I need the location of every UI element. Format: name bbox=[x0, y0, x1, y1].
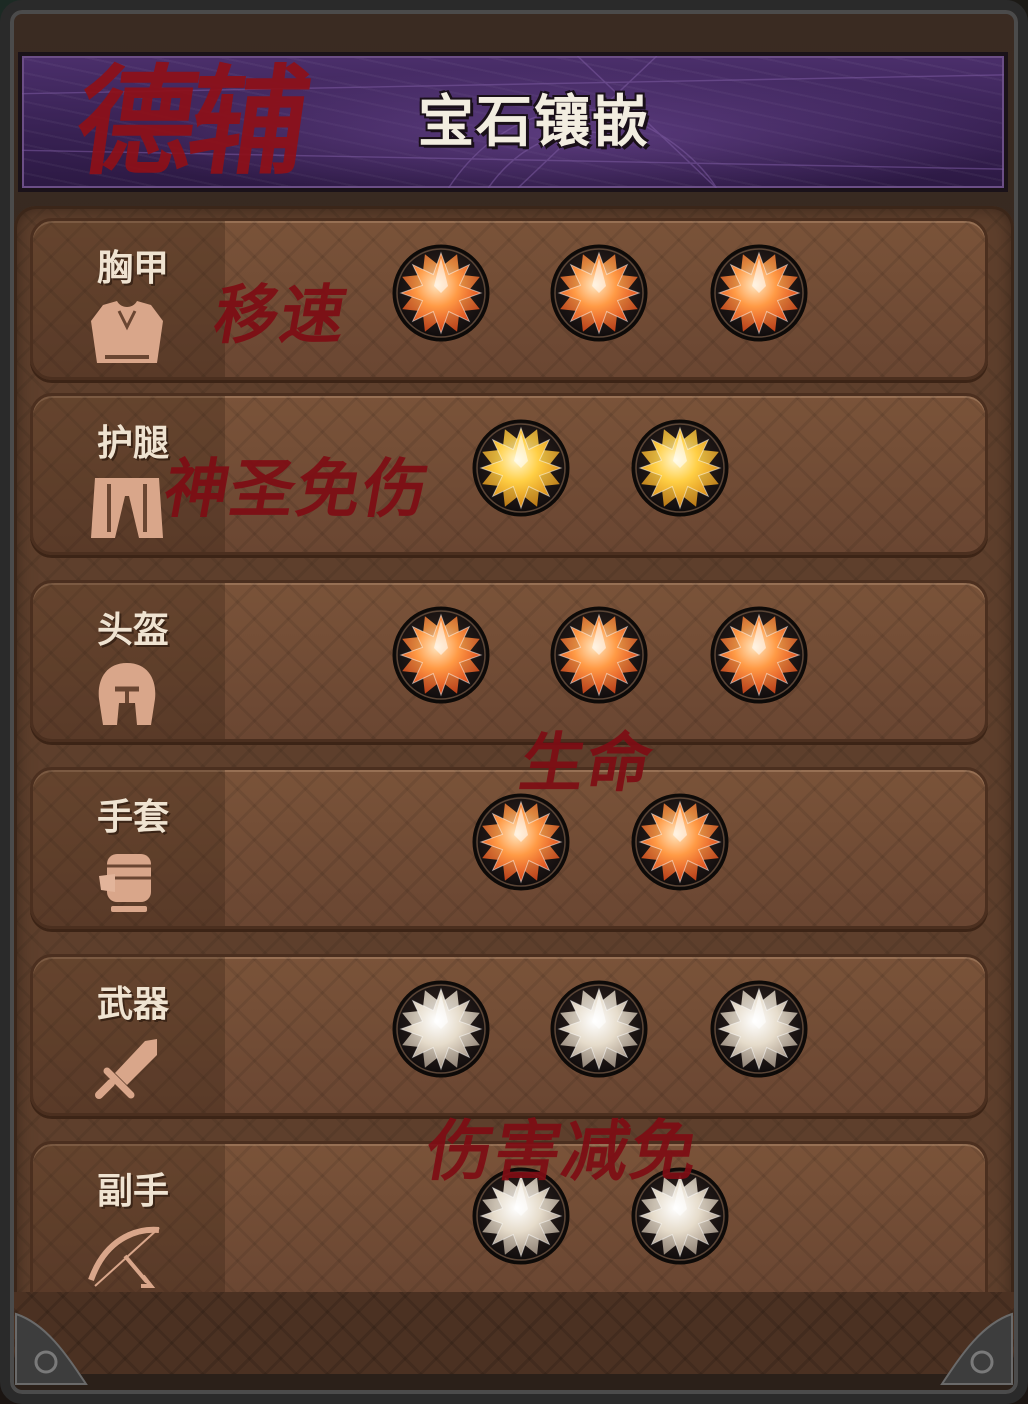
gem-slot-silver[interactable] bbox=[392, 980, 490, 1078]
gem-slot-silver[interactable] bbox=[550, 980, 648, 1078]
equipment-label: 护腿 bbox=[96, 423, 169, 464]
equipment-row-weapon: 武器 bbox=[30, 954, 988, 1116]
gem-slot-orange[interactable] bbox=[550, 244, 648, 342]
annotation-head-gloves: 生命 bbox=[514, 726, 660, 801]
brand-watermark: 德辅 bbox=[68, 52, 312, 191]
helmet-icon bbox=[98, 663, 156, 725]
equipment-label: 胸甲 bbox=[96, 248, 169, 289]
gem-slot-orange[interactable] bbox=[631, 793, 729, 891]
sword-icon bbox=[95, 1039, 157, 1099]
gem-slot-orange[interactable] bbox=[392, 606, 490, 704]
gem-slot-gold[interactable] bbox=[472, 419, 570, 517]
equipment-row-helmet: 头盔 bbox=[30, 580, 988, 742]
gem-slot-silver[interactable] bbox=[710, 980, 808, 1078]
annotation-weapon-offhand: 伤害减免 bbox=[420, 1112, 706, 1190]
gem-slot-orange[interactable] bbox=[392, 244, 490, 342]
equipment-row-chest: 胸甲 bbox=[30, 218, 988, 380]
leggings-icon bbox=[91, 478, 163, 538]
equipment-label: 头盔 bbox=[96, 610, 169, 651]
annotation-chest: 移速 bbox=[208, 278, 354, 353]
corner-ornament-right bbox=[940, 1312, 1013, 1385]
equipment-label: 副手 bbox=[96, 1171, 169, 1212]
page-title: 宝石镶嵌 bbox=[418, 90, 650, 155]
chestplate-icon bbox=[91, 301, 163, 363]
gloves-fist-icon bbox=[99, 854, 151, 912]
gem-slot-orange[interactable] bbox=[550, 606, 648, 704]
panel-footer-band bbox=[14, 1292, 1014, 1374]
annotation-legs: 神圣免伤 bbox=[158, 452, 436, 527]
corner-ornament-left bbox=[15, 1312, 88, 1385]
gem-slot-orange[interactable] bbox=[472, 793, 570, 891]
gem-slot-orange[interactable] bbox=[710, 244, 808, 342]
equipment-label: 武器 bbox=[96, 984, 169, 1025]
equipment-label: 手套 bbox=[96, 797, 169, 838]
gem-slot-gold[interactable] bbox=[631, 419, 729, 517]
bow-offhand-icon bbox=[88, 1226, 160, 1288]
gem-slot-orange[interactable] bbox=[710, 606, 808, 704]
